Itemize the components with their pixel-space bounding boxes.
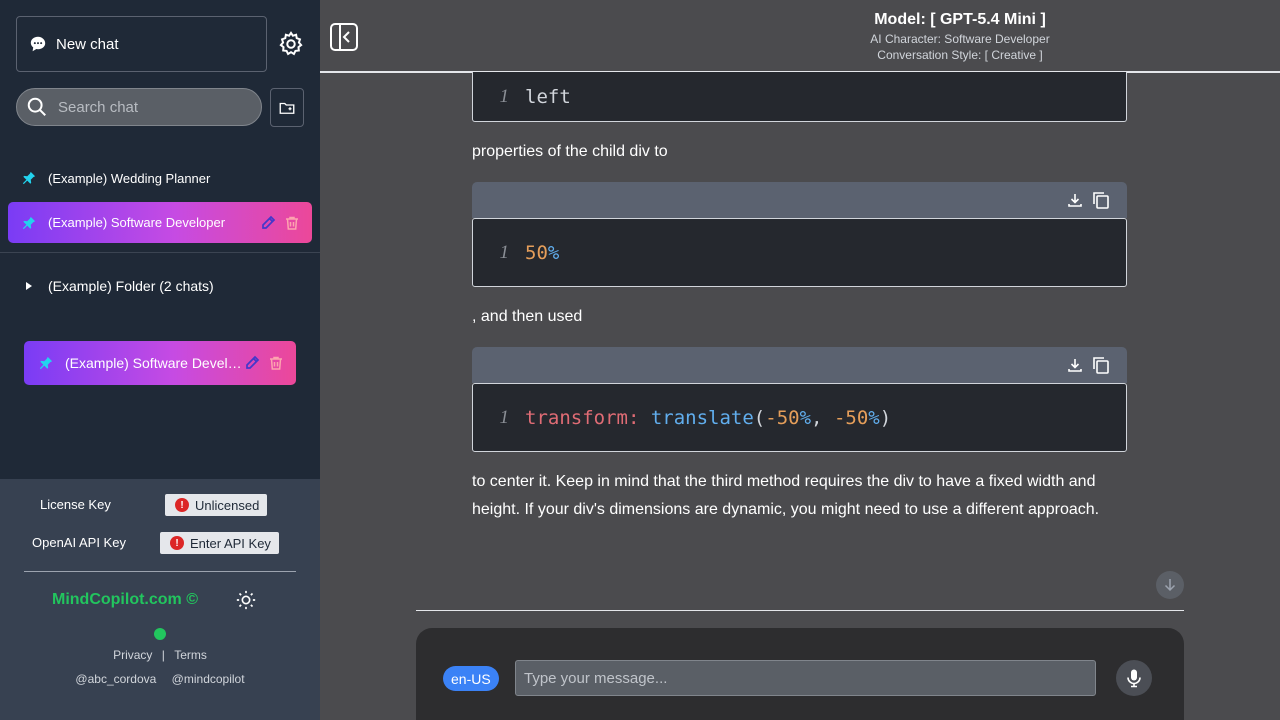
line-number: 1 bbox=[499, 85, 510, 107]
model-title: Model: [ GPT-5.4 Mini ] bbox=[874, 11, 1046, 28]
chat-header: Model: [ GPT-5.4 Mini ] AI Character: So… bbox=[320, 0, 1280, 73]
chat-item-label: (Example) Wedding Planner bbox=[48, 170, 211, 186]
pin-icon bbox=[39, 356, 53, 370]
input-divider bbox=[416, 610, 1184, 611]
sidebar-toggle-icon[interactable] bbox=[329, 22, 359, 52]
link-separator: | bbox=[161, 648, 165, 662]
line-number: 1 bbox=[499, 406, 510, 428]
arrow-down-icon bbox=[1164, 579, 1176, 592]
edit-icon[interactable] bbox=[244, 355, 260, 371]
handle-abc-cordova[interactable]: @abc_cordova bbox=[75, 672, 156, 686]
chat-item-label: (Example) Software Developer bbox=[48, 215, 226, 230]
copy-icon[interactable] bbox=[1091, 190, 1111, 210]
footer-links: Privacy | Terms bbox=[0, 648, 320, 662]
license-label: License Key bbox=[40, 497, 111, 512]
code-block: 1 transform: translate(-50%, -50%) bbox=[472, 383, 1127, 452]
scroll-down-button[interactable] bbox=[1156, 571, 1184, 599]
folder-example[interactable]: (Example) Folder (2 chats) bbox=[24, 278, 214, 294]
code-paren: ) bbox=[879, 406, 892, 429]
chat-item-label: (Example) Software Developer bbox=[65, 355, 243, 371]
license-status-button[interactable]: ! Unlicensed bbox=[165, 494, 268, 516]
handle-mindcopilot[interactable]: @mindcopilot bbox=[172, 672, 245, 686]
chat-bubble-icon bbox=[30, 36, 46, 52]
search-input[interactable] bbox=[58, 98, 248, 116]
code-toolbar bbox=[472, 182, 1127, 218]
trash-icon[interactable] bbox=[284, 215, 300, 231]
message-paragraph: , and then used bbox=[472, 308, 583, 325]
license-row: License Key ! Unlicensed bbox=[0, 494, 320, 516]
sidebar-divider bbox=[0, 252, 320, 253]
status-dot bbox=[154, 628, 166, 640]
api-key-label: OpenAI API Key bbox=[32, 535, 126, 550]
terms-link[interactable]: Terms bbox=[174, 648, 207, 662]
api-key-row: OpenAI API Key ! Enter API Key bbox=[0, 532, 320, 554]
warning-icon: ! bbox=[175, 498, 189, 512]
edit-icon[interactable] bbox=[260, 215, 276, 231]
social-handles: @abc_cordova @mindcopilot bbox=[0, 672, 320, 686]
copy-icon[interactable] bbox=[1091, 355, 1111, 375]
conversation-style: Conversation Style: [ Creative ] bbox=[877, 48, 1043, 62]
brand-link[interactable]: MindCopilot.com © bbox=[52, 591, 198, 609]
gear-icon[interactable] bbox=[277, 30, 305, 58]
chat-item-wedding-planner[interactable]: (Example) Wedding Planner bbox=[22, 168, 210, 188]
code-block: 1 50% bbox=[472, 218, 1127, 287]
code-unit: % bbox=[868, 406, 880, 429]
new-chat-button[interactable]: New chat bbox=[16, 16, 267, 72]
pin-icon bbox=[22, 216, 36, 229]
message-paragraph: to center it. Keep in mind that the thir… bbox=[472, 473, 1100, 518]
warning-icon: ! bbox=[170, 536, 184, 550]
chevron-right-icon bbox=[26, 282, 32, 290]
folder-label: (Example) Folder (2 chats) bbox=[48, 278, 214, 294]
code-block: 1 left bbox=[472, 72, 1127, 122]
search-box[interactable] bbox=[16, 88, 262, 126]
message-input-area: en-US bbox=[416, 628, 1184, 720]
download-icon[interactable] bbox=[1067, 192, 1083, 208]
code-unit: % bbox=[547, 241, 560, 264]
code-comma: , bbox=[811, 406, 834, 429]
new-folder-icon bbox=[279, 102, 295, 114]
language-badge[interactable]: en-US bbox=[443, 666, 499, 691]
code-minus: - bbox=[765, 406, 777, 429]
line-number: 1 bbox=[499, 241, 510, 263]
license-status-text: Unlicensed bbox=[195, 497, 260, 513]
privacy-link[interactable]: Privacy bbox=[113, 648, 152, 662]
sidebar: New chat (Example) Wedding Planner (Exam… bbox=[0, 0, 320, 720]
footer-divider bbox=[24, 571, 296, 572]
code-property: transform: bbox=[525, 406, 640, 429]
download-icon[interactable] bbox=[1067, 357, 1083, 373]
folder-chat-item-software-developer[interactable]: (Example) Software Developer bbox=[24, 341, 296, 385]
microphone-icon bbox=[1127, 669, 1141, 688]
search-icon bbox=[27, 97, 46, 116]
new-chat-label: New chat bbox=[56, 35, 119, 53]
code-toolbar bbox=[472, 347, 1127, 383]
code-minus: - bbox=[833, 406, 846, 429]
chat-item-software-developer[interactable]: (Example) Software Developer bbox=[8, 202, 312, 243]
message-input[interactable] bbox=[515, 660, 1096, 696]
enter-api-key-button[interactable]: ! Enter API Key bbox=[160, 532, 279, 554]
ai-character: AI Character: Software Developer bbox=[870, 32, 1050, 46]
code-function: translate bbox=[650, 406, 754, 429]
pin-icon bbox=[22, 171, 36, 185]
sidebar-footer: License Key ! Unlicensed OpenAI API Key … bbox=[0, 479, 320, 720]
new-folder-button[interactable] bbox=[270, 88, 304, 127]
code-number: 50 bbox=[776, 406, 800, 429]
message-paragraph: properties of the child div to bbox=[472, 143, 668, 160]
code-text: left bbox=[525, 85, 571, 108]
microphone-button[interactable] bbox=[1116, 660, 1152, 696]
code-paren: ( bbox=[753, 406, 766, 429]
sun-icon[interactable] bbox=[235, 589, 257, 611]
code-unit: % bbox=[799, 406, 812, 429]
enter-api-key-text: Enter API Key bbox=[190, 535, 271, 551]
trash-icon[interactable] bbox=[268, 355, 284, 371]
code-number: 50 bbox=[845, 406, 869, 429]
code-number: 50 bbox=[525, 241, 548, 264]
